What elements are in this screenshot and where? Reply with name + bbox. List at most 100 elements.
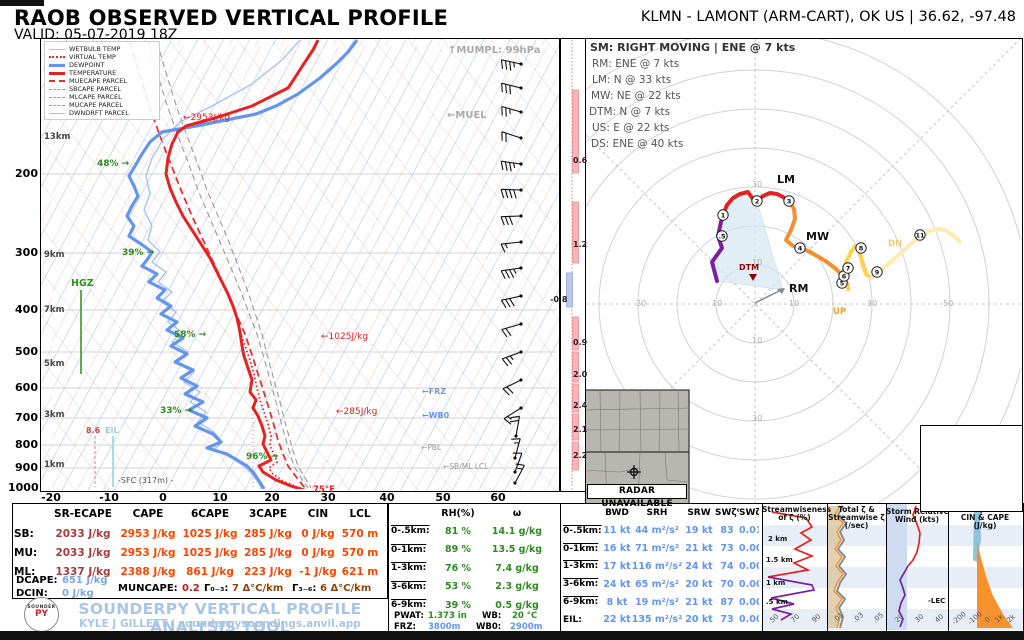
column-header: SRW xyxy=(687,508,711,518)
table-cell: 0 J/kg xyxy=(301,527,335,540)
skewt-legend: WETBULB TEMP VIRTUAL TEMP DEWPOINT TEMPERAT… xyxy=(44,41,160,120)
table-cell: 24 kt xyxy=(685,560,713,572)
streamwiseness-upper-line xyxy=(767,511,815,578)
sounderpy-logo: SOUNDER PY xyxy=(24,597,59,632)
table-cell: -1 J/kg xyxy=(299,565,337,578)
table-row: 6-9km: 8 kt 19 m²/s² 21 kt 87 0.004 xyxy=(563,593,759,611)
table-cell: 2033 J/kg xyxy=(55,546,111,559)
table-row: ML: 1337 J/kg 2388 J/kg 861 J/kg 223 J/kg -1 … xyxy=(14,562,380,581)
table-cell: 16 kt xyxy=(603,543,631,555)
svg-text:9: 9 xyxy=(875,268,880,276)
legend-label: VIRTUAL TEMP xyxy=(69,53,116,61)
legend-label: MUCAPE PARCEL xyxy=(69,101,123,109)
table-row: 0-1km: 89 % 13.5 g/kg xyxy=(391,541,555,560)
legend-item: MLCAPE PARCEL xyxy=(49,93,155,101)
legend-label: TEMPERATURE xyxy=(69,69,117,77)
table-cell: EIL: xyxy=(563,614,582,625)
table-cell: MU: xyxy=(14,546,38,559)
table-cell: 1025 J/kg xyxy=(182,546,238,559)
table-cell: 1337 J/kg xyxy=(55,565,111,578)
legend-label: DWNDRFT PARCEL xyxy=(69,109,129,117)
legend-item: MUCAPE PARCEL xyxy=(49,101,155,109)
table-row: 3-6km: 24 kt 65 m²/s² 20 kt 70 0.004 xyxy=(563,575,759,593)
pressure-gridlines xyxy=(41,173,557,469)
table-row: MU: 2033 J/kg 2953 J/kg 1025 J/kg 285 J/kg 0 … xyxy=(14,543,380,562)
table-cell: 21 kt xyxy=(685,596,713,608)
temperature-line xyxy=(164,39,320,489)
table-cell: 621 m xyxy=(341,565,379,578)
table-cell: 1-3km: xyxy=(391,563,427,574)
table-cell: 2953 J/kg xyxy=(120,546,176,559)
legend-swatch xyxy=(49,96,65,98)
table-cell: 0.008 xyxy=(739,543,759,555)
table-cell: 19 kt xyxy=(685,525,713,537)
table-cell: 570 m xyxy=(341,527,379,540)
column-header: SWζ% xyxy=(715,508,739,518)
table-cell: 14.1 g/kg xyxy=(491,525,543,537)
table-cell: 73 xyxy=(720,614,734,626)
table-cell: 73 xyxy=(720,543,734,555)
table-cell: 11 kt xyxy=(603,525,631,537)
legend-item: WETBULB TEMP xyxy=(49,45,155,53)
table-cell: 8 kt xyxy=(606,596,628,608)
table-cell: 0.004 xyxy=(739,596,759,608)
cape-table: SR-ECAPE CAPE 6CAPE 3CAPE CIN LCL SB: 2033 J/kg… xyxy=(14,504,380,581)
legend-swatch xyxy=(49,112,65,114)
table-cell: 76 % xyxy=(444,562,472,574)
table-cell: 71 m²/s² xyxy=(635,543,679,555)
column-header xyxy=(391,504,437,522)
legend-swatch xyxy=(49,48,65,50)
app-window: RAOB OBSERVED VERTICAL PROFILE VALID: 05… xyxy=(0,0,1024,640)
table-cell: 87 xyxy=(720,596,734,608)
table-cell: 65 m²/s² xyxy=(635,578,679,590)
svg-text:6: 6 xyxy=(842,272,847,280)
table-cell: 0.011 xyxy=(739,525,759,537)
table-cell: 1-3km: xyxy=(563,561,599,572)
column-header: RH(%) xyxy=(441,507,475,519)
srw-upper-line xyxy=(907,505,921,567)
table-cell: 0.004 xyxy=(739,578,759,590)
table-cell: 2388 J/kg xyxy=(120,565,176,578)
legend-swatch xyxy=(49,63,65,67)
table-row: SB: 2033 J/kg 2953 J/kg 1025 J/kg 285 J/kg 0 … xyxy=(14,524,380,543)
table-cell: 20 kt xyxy=(685,614,713,626)
legend-label: WETBULB TEMP xyxy=(69,45,121,53)
legend-item: VIRTUAL TEMP xyxy=(49,53,155,61)
table-cell: 83 xyxy=(720,525,734,537)
legend-label: DEWPOINT xyxy=(69,61,105,69)
svg-text:11: 11 xyxy=(915,231,925,239)
legend-swatch xyxy=(49,104,65,106)
table-cell: 89 % xyxy=(444,544,472,556)
legend-item: DEWPOINT xyxy=(49,61,155,69)
table-row: 1-3km: 17 kt116 m²/s²24 kt 74 0.004 xyxy=(563,558,759,576)
table-cell: 0-.5km: xyxy=(391,526,430,537)
srh-bwd-summary-box xyxy=(920,425,1023,512)
table-cell: 20 kt xyxy=(685,578,713,590)
table-cell: 7.4 g/kg xyxy=(495,562,539,574)
table-cell: 0-1km: xyxy=(391,544,427,555)
legend-swatch xyxy=(49,80,65,82)
table-cell: 81 % xyxy=(444,525,472,537)
table-row: 0-1km: 16 kt 71 m²/s² 21 kt 73 0.008 xyxy=(563,540,759,558)
table-cell: 0.004 xyxy=(739,560,759,572)
table-cell: 19 m²/s² xyxy=(635,596,679,608)
omega-bars xyxy=(566,89,579,471)
table-cell: 53 % xyxy=(444,581,472,593)
table-cell: 22 kt xyxy=(603,614,631,626)
moisture-table: RH(%) ω 0-.5km: 81 % 14.1 g/kg 0-1km: 89 % 13.5… xyxy=(391,504,555,615)
table-cell: 2033 J/kg xyxy=(55,527,111,540)
window-bottom-bar xyxy=(0,631,1024,640)
legend-label: SBCAPE PARCEL xyxy=(69,85,121,93)
table-row: EIL: 22 kt135 m²/s²20 kt 73 0.006 xyxy=(563,611,759,629)
streamwiseness-lower-line xyxy=(767,576,816,621)
table-row: 1-3km: 76 % 7.4 g/kg xyxy=(391,559,555,578)
radar-unavailable-badge: RADAR UNAVAILABLE xyxy=(587,484,687,509)
table-cell: 0-1km: xyxy=(563,543,599,554)
column-header: ω xyxy=(512,507,522,519)
table-cell: 39 % xyxy=(444,599,472,611)
table-cell: 24 kt xyxy=(603,578,631,590)
legend-item: MUECAPE PARCEL xyxy=(49,77,155,85)
column-header: LCL xyxy=(349,508,371,520)
srw-band xyxy=(887,504,907,630)
column-header: CIN xyxy=(307,508,329,520)
